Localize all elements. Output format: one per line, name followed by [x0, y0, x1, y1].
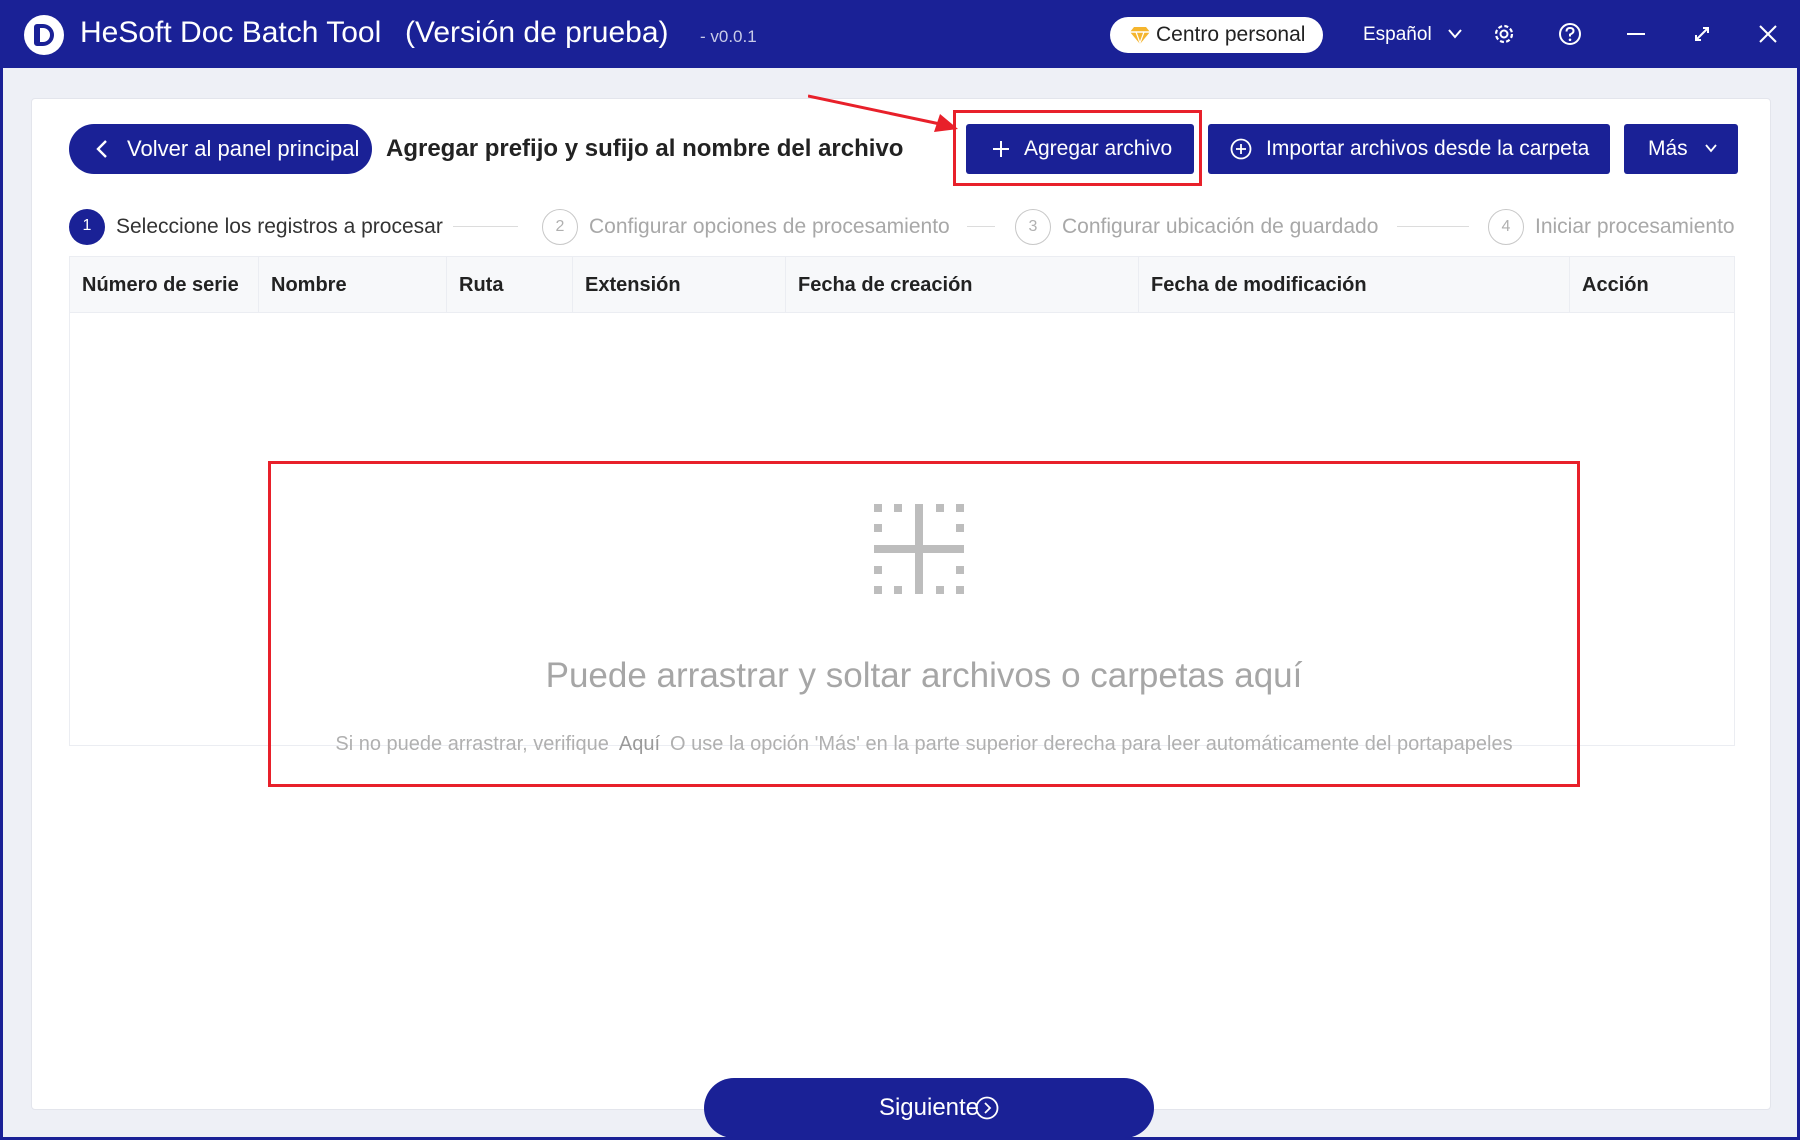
app-title: HeSoft Doc Batch Tool — [80, 16, 382, 49]
drop-zone-help-link[interactable]: Aquí — [619, 733, 660, 755]
annotation-arrow — [808, 94, 958, 132]
drop-zone-hint: Si no puede arrastrar, verifique Aquí O us… — [271, 733, 1577, 756]
chevron-down-icon — [1705, 144, 1717, 153]
help-icon[interactable] — [1556, 20, 1584, 48]
step-number: 1 — [69, 209, 105, 245]
arrow-right-circle-icon — [975, 1096, 999, 1120]
more-label: Más — [1648, 137, 1688, 160]
personal-center-button[interactable]: Centro personal — [1110, 17, 1323, 53]
column-header-serial: Número de serie — [70, 257, 259, 313]
version-label: - v0.0.1 — [700, 27, 757, 46]
diamond-icon — [1130, 27, 1150, 44]
drop-zone-hint-text: Si no puede arrastrar, verifique — [335, 733, 609, 755]
drop-target-icon — [874, 504, 964, 594]
main-area: Volver al panel principal Agregar prefij… — [3, 68, 1797, 1138]
column-header-action: Acción — [1582, 274, 1649, 296]
next-label: Siguiente — [878, 1094, 980, 1121]
more-button[interactable]: Más — [1624, 124, 1738, 174]
minimize-icon[interactable] — [1622, 20, 1650, 48]
drop-zone[interactable]: Puede arrastrar y soltar archivos o carp… — [268, 461, 1580, 787]
next-button[interactable]: Siguiente — [704, 1078, 1154, 1138]
add-file-label: Agregar archivo — [1024, 137, 1173, 160]
back-label: Volver al panel principal — [127, 136, 360, 161]
maximize-icon[interactable] — [1688, 20, 1716, 48]
column-header-created: Fecha de creación — [786, 257, 1139, 313]
trial-label: (Versión de prueba) — [405, 16, 669, 49]
page-title: Agregar prefijo y sufijo al nombre del a… — [386, 135, 904, 162]
step-number: 4 — [1488, 209, 1524, 245]
title-bar: HeSoft Doc Batch Tool (Versión de prueba… — [0, 0, 1800, 68]
step-connector — [453, 226, 518, 227]
step-label: Seleccione los registros a procesar — [116, 215, 443, 238]
table-header: Número de serie Nombre Ruta Extensión Fe… — [70, 257, 1734, 313]
column-header-modified: Fecha de modificación — [1139, 257, 1570, 313]
step-connector — [967, 226, 995, 227]
add-file-button[interactable]: Agregar archivo — [966, 124, 1194, 174]
personal-center-label: Centro personal — [1156, 23, 1306, 46]
back-to-dashboard-button[interactable]: Volver al panel principal — [69, 124, 372, 174]
import-folder-label: Importar archivos desde la carpeta — [1266, 137, 1590, 160]
column-header-path: Ruta — [447, 257, 573, 313]
step-label: Iniciar procesamiento — [1535, 215, 1735, 238]
step-number: 2 — [542, 209, 578, 245]
step-label: Configurar ubicación de guardado — [1062, 215, 1379, 238]
content-card: Volver al panel principal Agregar prefij… — [31, 98, 1771, 1138]
close-icon[interactable] — [1754, 20, 1782, 48]
language-label: Español — [1363, 24, 1432, 45]
step-number: 3 — [1015, 209, 1051, 245]
chevron-left-icon — [96, 140, 107, 158]
import-folder-button[interactable]: Importar archivos desde la carpeta — [1208, 124, 1610, 174]
drop-zone-hint-text-2: O use la opción 'Más' en la parte superi… — [670, 733, 1513, 755]
step-connector — [1397, 226, 1469, 227]
plus-circle-icon — [1230, 138, 1252, 160]
gear-icon[interactable] — [1490, 20, 1518, 48]
chevron-down-icon — [1448, 29, 1462, 39]
step-label: Configurar opciones de procesamiento — [589, 215, 950, 238]
column-header-extension: Extensión — [573, 257, 786, 313]
logo-icon — [24, 15, 64, 55]
drop-zone-title: Puede arrastrar y soltar archivos o carp… — [545, 656, 1303, 695]
plus-icon — [993, 141, 1009, 157]
language-select[interactable]: Español — [1363, 24, 1462, 46]
column-header-name: Nombre — [259, 257, 447, 313]
